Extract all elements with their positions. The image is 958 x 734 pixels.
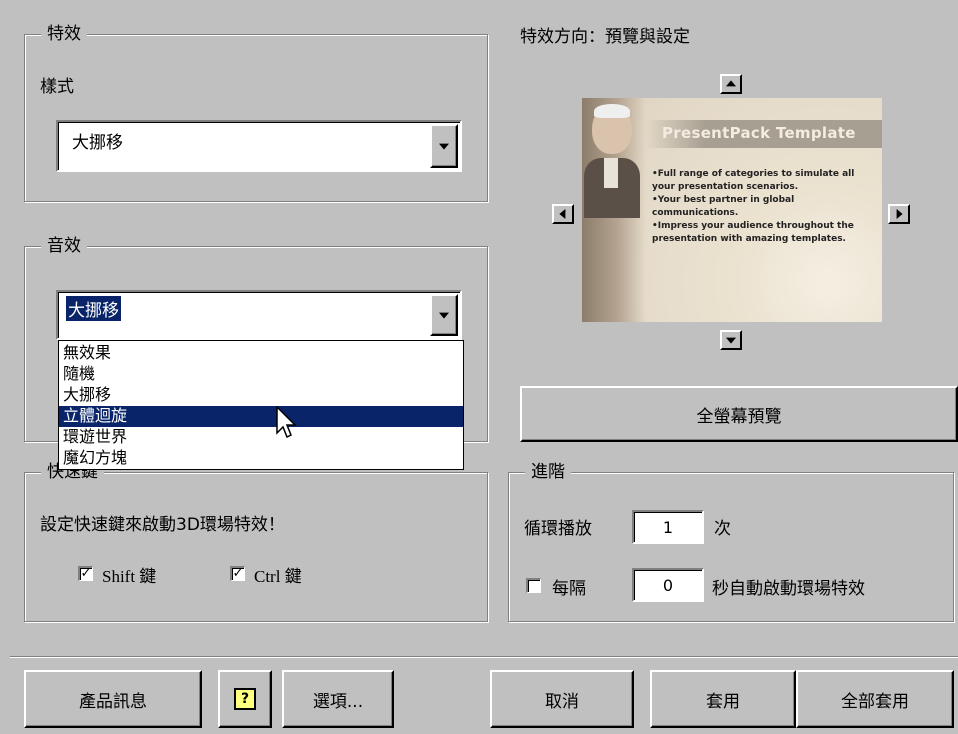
direction-left-button[interactable] — [552, 204, 574, 224]
preview-bullets: •Full range of categories to simulate al… — [652, 168, 874, 246]
loop-unit: 次 — [714, 519, 731, 539]
loop-count-input[interactable]: 1 — [632, 510, 704, 544]
preview-title-bar: PresentPack Template — [646, 120, 882, 148]
sound-option[interactable]: 隨機 — [59, 364, 463, 385]
effect-preview: PresentPack Template •Full range of cate… — [582, 98, 882, 322]
loop-label: 循環播放 — [524, 519, 592, 539]
arrow-up-icon — [726, 80, 736, 87]
arrow-left-icon — [559, 209, 566, 219]
effects-group: 特效 — [24, 23, 488, 202]
arrow-down-icon — [726, 337, 736, 344]
sound-legend: 音效 — [41, 235, 87, 257]
interval-checkbox[interactable] — [526, 578, 541, 593]
effects-legend: 特效 — [41, 23, 87, 45]
shift-checkbox-label[interactable]: Shift 鍵 — [102, 562, 156, 587]
preview-photo — [582, 98, 646, 322]
sound-dropdown-button[interactable] — [430, 294, 458, 336]
fullscreen-preview-button[interactable]: 全螢幕預覽 — [520, 386, 958, 442]
style-dropdown-button[interactable] — [430, 124, 458, 168]
help-icon: ? — [234, 688, 256, 710]
shift-checkbox[interactable]: ✓ — [78, 566, 93, 581]
sound-option[interactable]: 魔幻方塊 — [59, 448, 463, 469]
hotkey-description: 設定快速鍵來啟動3D環場特效！ — [40, 515, 285, 535]
mouse-cursor-icon — [276, 406, 297, 439]
sound-option[interactable]: 環遊世界 — [59, 427, 463, 448]
options-button[interactable]: 選項... — [282, 670, 394, 728]
sound-option[interactable]: 大挪移 — [59, 385, 463, 406]
direction-title: 特效方向：預覽與設定 — [520, 27, 690, 47]
ctrl-checkbox-label[interactable]: Ctrl 鍵 — [254, 562, 302, 587]
footer-separator — [10, 656, 958, 658]
sound-option[interactable]: 無效果 — [59, 343, 463, 364]
cancel-button[interactable]: 取消 — [490, 670, 634, 728]
hotkey-group: 快速鍵 — [24, 461, 488, 622]
direction-up-button[interactable] — [720, 74, 742, 94]
direction-right-button[interactable] — [888, 204, 910, 224]
sound-combobox-value: 大挪移 — [66, 296, 121, 321]
style-combobox-value: 大挪移 — [72, 133, 123, 153]
advanced-group: 進階 — [508, 461, 954, 622]
sound-option[interactable]: 立體迴旋 — [59, 406, 463, 427]
ctrl-checkbox[interactable]: ✓ — [230, 566, 245, 581]
direction-down-button[interactable] — [720, 330, 742, 350]
interval-seconds-input[interactable]: 0 — [632, 568, 704, 602]
style-combobox[interactable]: 大挪移 — [56, 120, 462, 172]
interval-unit: 秒自動啟動環場特效 — [712, 579, 865, 599]
product-info-button[interactable]: 產品訊息 — [24, 670, 202, 728]
style-label: 樣式 — [40, 77, 74, 97]
arrow-right-icon — [896, 209, 903, 219]
chevron-down-icon — [439, 143, 449, 150]
sound-dropdown-list[interactable]: 無效果 隨機 大挪移 立體迴旋 環遊世界 魔幻方塊 — [58, 340, 464, 470]
help-button[interactable]: ? — [218, 670, 272, 728]
apply-all-button[interactable]: 全部套用 — [796, 670, 954, 728]
advanced-legend: 進階 — [525, 461, 571, 483]
preview-bullet-2: •Your best partner in global communicati… — [652, 195, 795, 218]
apply-button[interactable]: 套用 — [650, 670, 796, 728]
preview-bullet-1: •Full range of categories to simulate al… — [652, 169, 855, 192]
sound-options: 無效果 隨機 大挪移 立體迴旋 環遊世界 魔幻方塊 — [59, 341, 463, 469]
preview-title: PresentPack Template — [662, 124, 856, 142]
preview-bullet-3: •Impress your audience throughout the pr… — [652, 221, 854, 244]
interval-label[interactable]: 每隔 — [552, 574, 586, 599]
sound-combobox[interactable]: 大挪移 — [56, 290, 462, 340]
chevron-down-icon — [439, 312, 449, 319]
